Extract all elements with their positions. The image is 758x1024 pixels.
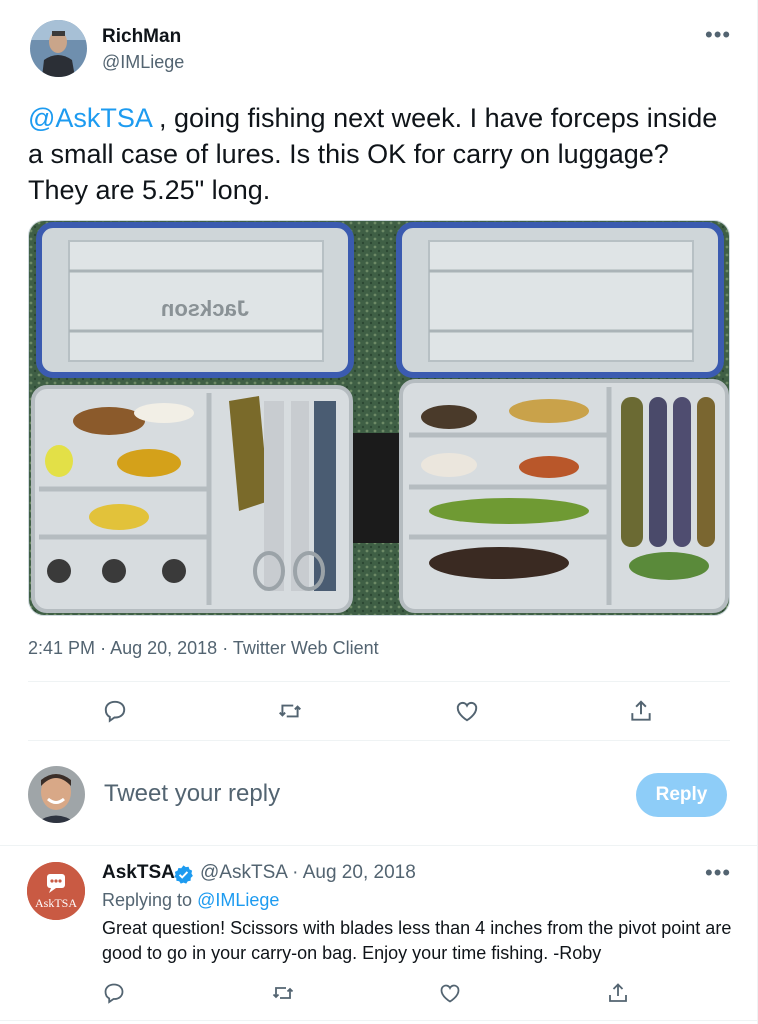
replying-prefix: Replying to	[102, 890, 193, 910]
retweet-icon[interactable]	[268, 978, 298, 1008]
reply-author-handle[interactable]: @AskTSA	[200, 862, 287, 883]
tweet-image[interactable]: Jackson	[28, 220, 730, 616]
reply-author-name[interactable]: AskTSA	[102, 862, 175, 884]
retweet-icon[interactable]	[275, 696, 305, 726]
reply-date[interactable]: Aug 20, 2018	[303, 862, 416, 883]
reply-input[interactable]: Tweet your reply	[104, 780, 280, 808]
divider	[28, 740, 730, 741]
reply-button[interactable]: Reply	[636, 773, 727, 817]
reply-text: Great question! Scissors with blades les…	[102, 918, 732, 963]
reply-author-meta: @AskTSA · Aug 20, 2018	[200, 862, 416, 884]
like-icon[interactable]	[435, 978, 465, 1008]
author-avatar[interactable]	[30, 20, 87, 77]
reply-icon[interactable]	[99, 978, 129, 1008]
tweet-client[interactable]: Twitter Web Client	[233, 638, 379, 658]
tweet-date[interactable]: Aug 20, 2018	[110, 638, 217, 658]
share-icon[interactable]	[626, 696, 656, 726]
like-icon[interactable]	[452, 696, 482, 726]
tweet-time[interactable]: 2:41 PM	[28, 638, 95, 658]
user-avatar[interactable]	[28, 766, 85, 823]
replying-to: Replying to @IMLiege	[102, 890, 279, 911]
tweet-thread: RichMan @IMLiege ••• @AskTSA , going fis…	[0, 0, 758, 1024]
divider	[0, 1020, 758, 1021]
more-horizontal-icon[interactable]: •••	[705, 24, 731, 46]
meta-separator: ·	[100, 638, 111, 658]
replying-to-link[interactable]: @IMLiege	[197, 890, 279, 910]
mention-link[interactable]: @AskTSA	[28, 103, 151, 133]
tweet-text: @AskTSA , going fishing next week. I hav…	[28, 100, 728, 208]
share-icon[interactable]	[603, 978, 633, 1008]
image-brand-text: Jackson	[161, 296, 249, 321]
meta-separator: ·	[222, 638, 233, 658]
meta-separator: ·	[292, 862, 303, 883]
reply-icon[interactable]	[100, 696, 130, 726]
tweet-meta: 2:41 PM · Aug 20, 2018 · Twitter Web Cli…	[28, 638, 379, 659]
avatar-label: AskTSA	[35, 896, 77, 910]
author-name[interactable]: RichMan	[102, 26, 181, 48]
verified-badge-icon	[173, 864, 194, 890]
author-handle[interactable]: @IMLiege	[102, 52, 184, 73]
more-horizontal-icon[interactable]: •••	[705, 860, 731, 886]
asktsa-avatar[interactable]: AskTSA	[27, 862, 85, 920]
divider	[28, 681, 730, 682]
divider	[0, 845, 758, 846]
